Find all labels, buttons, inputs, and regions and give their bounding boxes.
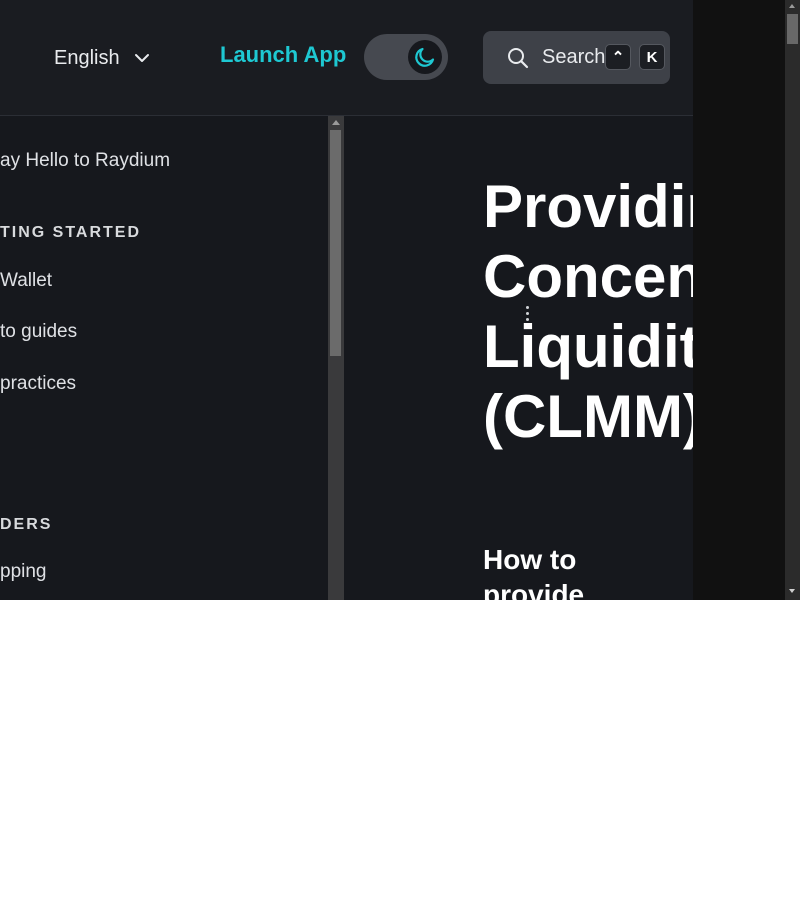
docs-sidebar: ay Hello to Raydium TING STARTED Wallet … <box>0 116 328 600</box>
main-content: Providin Concent Liquidity (CLMM) How to… <box>344 116 693 600</box>
sidebar-item-best-practices[interactable]: practices <box>0 373 76 395</box>
page-scroll-down-arrow[interactable] <box>789 589 795 593</box>
drag-handle-icon[interactable] <box>526 306 530 324</box>
search-icon <box>508 48 529 69</box>
moon-icon <box>415 47 435 67</box>
sidebar-item-how-to-guides[interactable]: to guides <box>0 321 77 343</box>
section-heading: How to provide <box>483 544 585 600</box>
sidebar-category-traders[interactable]: DERS <box>0 516 52 534</box>
page-title-line-4: (CLMM) <box>483 383 693 450</box>
sidebar-item-swapping[interactable]: pping <box>0 561 47 583</box>
page-title-line-3: Liquidity <box>483 313 693 380</box>
docs-site: English Launch App Search ⌃ K ay Hello t… <box>0 0 693 600</box>
sidebar-category-getting-started[interactable]: TING STARTED <box>0 224 141 242</box>
sidebar-item-say-hello[interactable]: ay Hello to Raydium <box>0 150 170 172</box>
launch-app-link[interactable]: Launch App <box>220 42 346 68</box>
theme-toggle-knob <box>408 40 442 74</box>
shortcut-ctrl-key: ⌃ <box>605 44 631 70</box>
theme-toggle[interactable] <box>364 34 448 80</box>
chevron-down-icon <box>134 54 149 62</box>
shortcut-k-key: K <box>639 44 665 70</box>
search-label: Search <box>542 46 606 68</box>
language-selector[interactable]: English <box>54 44 150 72</box>
search-button[interactable]: Search ⌃ K <box>483 31 670 84</box>
page-scroll-thumb[interactable] <box>787 14 798 44</box>
browser-viewport: English Launch App Search ⌃ K ay Hello t… <box>0 0 800 600</box>
page-title-line-1: Providin <box>483 173 693 240</box>
sidebar-item-wallet[interactable]: Wallet <box>0 270 52 292</box>
page-title-line-2: Concent <box>483 243 693 310</box>
page-scrollbar[interactable] <box>785 0 800 600</box>
page-scroll-up-arrow[interactable] <box>789 4 795 8</box>
top-navbar: English Launch App Search ⌃ K <box>0 0 693 116</box>
sidebar-scroll-thumb[interactable] <box>330 130 341 356</box>
sidebar-scroll-up-arrow[interactable] <box>332 120 340 125</box>
language-label: English <box>54 46 120 69</box>
sidebar-scrollbar[interactable] <box>328 116 344 600</box>
